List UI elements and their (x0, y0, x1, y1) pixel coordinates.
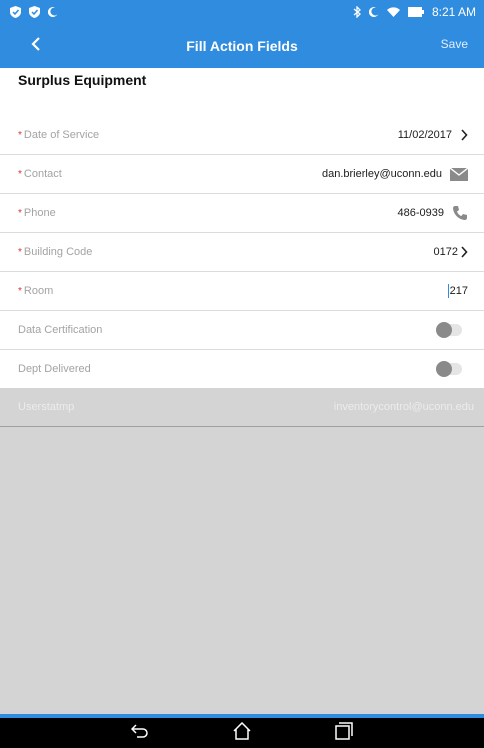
save-button[interactable]: Save (441, 37, 468, 51)
bluetooth-icon (353, 6, 361, 18)
field-label: * Building Code (18, 246, 92, 258)
required-marker: * (18, 168, 22, 180)
section-title: Surplus Equipment (18, 72, 147, 88)
field-label: * Room (18, 285, 53, 297)
field-building-code[interactable]: * Building Code 0172 (0, 233, 484, 272)
required-marker: * (18, 129, 22, 141)
field-label-text: Data Certification (18, 324, 103, 336)
dept-delivered-toggle[interactable] (436, 361, 462, 377)
chevron-right-icon (460, 129, 468, 141)
field-value[interactable]: 11/02/2017 (398, 116, 468, 154)
phone-value: 486-0939 (397, 207, 445, 219)
field-value[interactable]: 0172 (434, 233, 468, 271)
required-marker: * (18, 207, 22, 219)
userstamp-value: inventorycontrol@uconn.edu (333, 401, 474, 413)
app-bar: Fill Action Fields Save (0, 24, 484, 68)
mail-icon[interactable] (450, 167, 468, 181)
disabled-area: Userstatmp inventorycontrol@uconn.edu (0, 388, 484, 714)
text-cursor (447, 284, 449, 298)
contact-value: dan.brierley@uconn.edu (321, 168, 442, 180)
back-button[interactable] (24, 34, 48, 58)
field-label: * Phone (18, 207, 56, 219)
status-right-icons: 8:21 AM (353, 5, 476, 19)
field-label-text: Phone (23, 207, 56, 219)
field-label-text: Building Code (23, 246, 93, 258)
page-title: Fill Action Fields (186, 38, 298, 54)
field-label-text: Room (23, 285, 54, 297)
userstamp-label: Userstatmp (18, 401, 75, 413)
chevron-left-icon (31, 36, 41, 56)
field-userstamp: Userstatmp inventorycontrol@uconn.edu (0, 388, 484, 427)
nav-back-button[interactable] (129, 722, 151, 744)
phone-icon[interactable] (452, 205, 468, 221)
toggle-knob (436, 361, 452, 377)
field-value[interactable]: dan.brierley@uconn.edu (322, 155, 468, 193)
date-value: 11/02/2017 (397, 129, 452, 141)
field-label-text: Contact (23, 168, 62, 180)
field-data-certification: Data Certification (0, 311, 484, 350)
field-label-text: Dept Delivered (18, 363, 91, 375)
field-label-text: Date of Service (23, 129, 100, 141)
field-label: * Date of Service (18, 129, 99, 141)
chevron-right-icon (460, 246, 468, 258)
status-time: 8:21 AM (431, 5, 476, 19)
room-value: 217 (449, 285, 468, 297)
field-value[interactable]: 486-0939 (398, 194, 469, 232)
wifi-icon (386, 7, 400, 17)
shield-icon (29, 6, 40, 18)
field-value (436, 350, 462, 388)
field-room[interactable]: * Room 217 (0, 272, 484, 311)
status-left-icons (10, 6, 58, 18)
shield-icon (10, 6, 21, 18)
required-marker: * (18, 246, 22, 258)
field-phone[interactable]: * Phone 486-0939 (0, 194, 484, 233)
required-marker: * (18, 285, 22, 297)
building-code-value: 0172 (433, 246, 458, 258)
nav-recents-button[interactable] (333, 721, 355, 745)
field-label: * Contact (18, 168, 62, 180)
status-bar: 8:21 AM (0, 0, 484, 24)
moon-icon (48, 7, 58, 17)
toggle-knob (436, 322, 452, 338)
field-date-of-service[interactable]: * Date of Service 11/02/2017 (0, 116, 484, 155)
data-certification-toggle[interactable] (436, 322, 462, 338)
moon-icon (368, 7, 379, 17)
field-value (436, 311, 462, 349)
action-fields-form: * Date of Service 11/02/2017 * Contact d… (0, 116, 484, 389)
battery-icon (407, 7, 424, 17)
field-contact[interactable]: * Contact dan.brierley@uconn.edu (0, 155, 484, 194)
back-icon (130, 723, 149, 743)
recents-icon (335, 721, 353, 745)
room-input[interactable]: 217 (447, 272, 468, 310)
home-icon (233, 721, 251, 745)
field-dept-delivered: Dept Delivered (0, 350, 484, 389)
nav-home-button[interactable] (231, 721, 253, 745)
system-nav-bar (0, 718, 484, 748)
